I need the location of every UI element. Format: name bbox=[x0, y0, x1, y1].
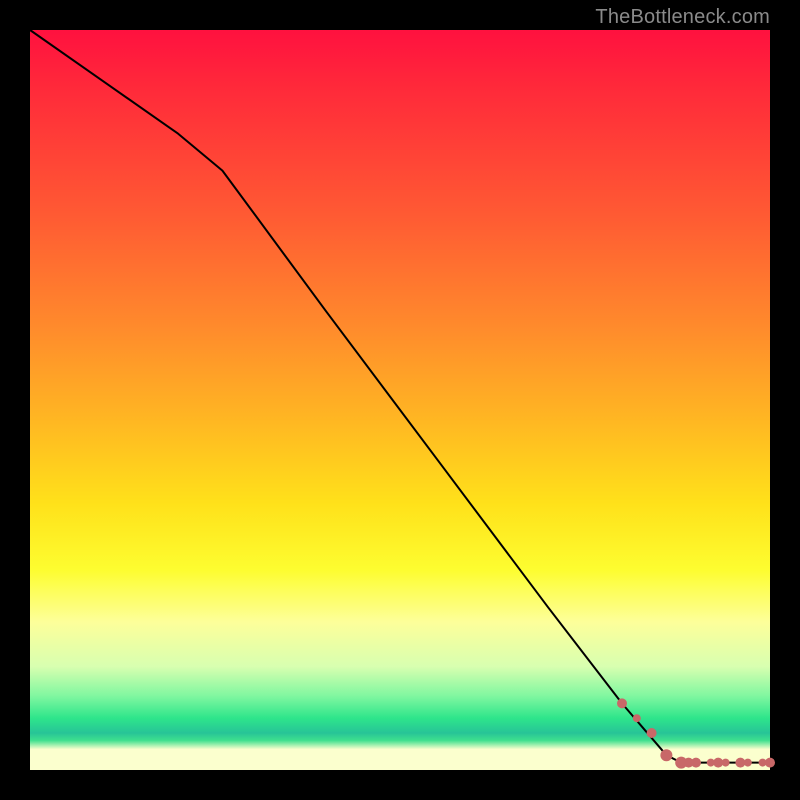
watermark-text: TheBottleneck.com bbox=[595, 6, 770, 29]
chart-frame: TheBottleneck.com bbox=[0, 0, 800, 800]
data-marker bbox=[617, 698, 627, 708]
data-marker bbox=[633, 714, 641, 722]
data-marker bbox=[722, 759, 730, 767]
bottleneck-curve bbox=[30, 30, 770, 763]
data-marker bbox=[765, 758, 775, 768]
data-marker bbox=[691, 758, 701, 768]
marker-group bbox=[617, 698, 775, 768]
data-marker bbox=[660, 749, 672, 761]
data-marker bbox=[647, 728, 657, 738]
chart-overlay bbox=[30, 30, 770, 770]
data-marker bbox=[744, 759, 752, 767]
plot-area bbox=[30, 30, 770, 770]
